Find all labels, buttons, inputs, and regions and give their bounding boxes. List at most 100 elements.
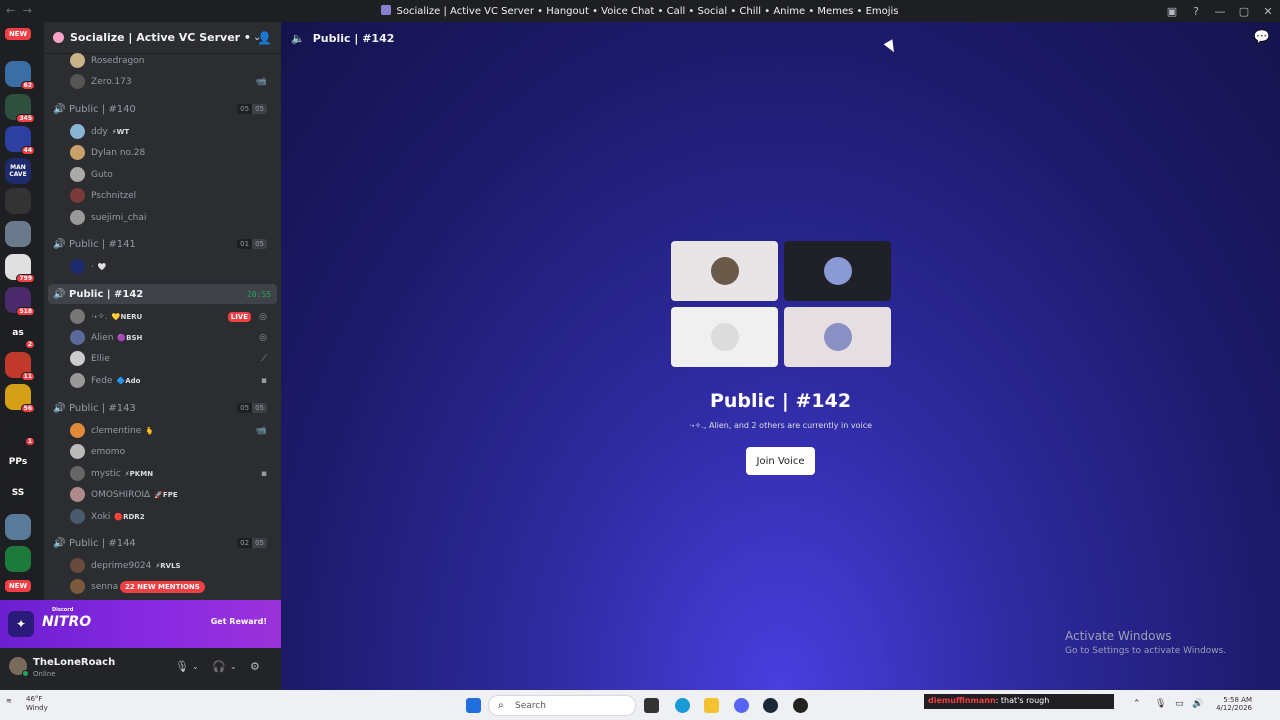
taskbar-clock[interactable]: 5:58 AM 4/12/2026 bbox=[1212, 696, 1252, 712]
voice-user[interactable]: Pschnitzel bbox=[44, 185, 277, 206]
server-icon[interactable]: 44 bbox=[5, 126, 35, 155]
server-icon[interactable]: 799 bbox=[5, 254, 35, 283]
server-icon[interactable]: 345 bbox=[5, 94, 35, 123]
voice-user[interactable]: Ellie ⟋ bbox=[44, 348, 277, 369]
server-icon[interactable] bbox=[5, 188, 31, 214]
user-tag: 🔷Ado bbox=[116, 376, 141, 385]
task-view-icon[interactable] bbox=[644, 698, 659, 713]
chat-bubble-icon[interactable]: 💬 bbox=[1254, 30, 1270, 45]
server-icon[interactable]: 1 bbox=[5, 417, 35, 446]
voice-user[interactable]: Zero.173 📹 bbox=[44, 71, 277, 92]
voice-user[interactable]: Rosedragon bbox=[44, 50, 277, 71]
discord-app-icon[interactable] bbox=[734, 698, 749, 713]
avatar bbox=[710, 257, 739, 285]
voice-user[interactable]: Guto bbox=[44, 164, 277, 185]
voice-channel-ch143[interactable]: 🔊 Public | #143 05 05 bbox=[44, 398, 277, 418]
taskbar-search[interactable]: ⌕ Search bbox=[488, 695, 636, 716]
voice-user[interactable]: mystic ⚡PKMN ▪ bbox=[44, 463, 277, 484]
voice-channel-ch141[interactable]: 🔊 Public | #141 01 05 bbox=[44, 234, 277, 254]
server-icon[interactable]: SS bbox=[5, 480, 31, 506]
voice-user[interactable]: Fede 🔷Ado ▪ bbox=[44, 370, 277, 391]
voice-user[interactable]: clementine 🫰 📹 bbox=[44, 420, 277, 441]
join-voice-button[interactable]: Join Voice bbox=[746, 447, 815, 475]
voice-user[interactable]: ·˖✧. 💛NERU LIVE ◎ bbox=[44, 306, 277, 327]
server-icon[interactable]: 11 bbox=[5, 352, 35, 381]
participant-tile[interactable] bbox=[671, 241, 778, 301]
activity-icon: ◎ bbox=[259, 311, 267, 322]
network-icon[interactable]: ▭ bbox=[1175, 699, 1184, 709]
server-icon[interactable]: PPs bbox=[5, 449, 31, 475]
new-badge-bottom[interactable]: NEW bbox=[5, 580, 31, 592]
volume-icon[interactable]: 🔊 bbox=[1192, 699, 1203, 709]
user-name: Zero.173 bbox=[91, 76, 132, 87]
obs-app-icon[interactable] bbox=[793, 698, 808, 713]
user-count-limit: 05 bbox=[252, 403, 267, 413]
unread-badge: 1 bbox=[24, 437, 35, 446]
nitro-discord-label: Discord bbox=[52, 607, 74, 613]
voice-channel-ch142[interactable]: 🔊 Public | #142 20:55 bbox=[48, 284, 277, 304]
steam-app-icon[interactable] bbox=[763, 698, 778, 713]
close-button[interactable]: ✕ bbox=[1256, 5, 1280, 18]
participant-tile[interactable] bbox=[784, 307, 891, 367]
user-name: ·˖✧. bbox=[91, 311, 108, 322]
weather-widget[interactable]: ≋ 46°F Windy bbox=[6, 695, 48, 712]
mic-options-chevron-icon[interactable]: ⌄ bbox=[192, 662, 199, 671]
microphone-tray-icon[interactable]: 🎙 bbox=[1155, 699, 1166, 709]
help-icon[interactable]: ? bbox=[1184, 5, 1208, 18]
headset-options-chevron-icon[interactable]: ⌄ bbox=[230, 662, 237, 671]
headset-icon[interactable]: 🎧 bbox=[212, 660, 226, 673]
new-badge-top[interactable]: NEW bbox=[5, 28, 31, 40]
invite-icon[interactable]: 👤 bbox=[257, 31, 272, 45]
voice-user[interactable]: ddy ⚡WT bbox=[44, 121, 277, 142]
speaker-icon: 🔊 bbox=[53, 103, 66, 115]
server-icon[interactable]: 56 bbox=[5, 384, 35, 413]
voice-user[interactable]: deprime9024 ⚡RVLS bbox=[44, 555, 277, 576]
voice-user[interactable]: emomo bbox=[44, 441, 277, 462]
voice-user[interactable]: OMOSHIROIΔ 🚀FPE bbox=[44, 484, 277, 505]
server-icon[interactable] bbox=[5, 514, 31, 540]
voice-channel-ch140[interactable]: 🔊 Public | #140 05 05 bbox=[44, 99, 277, 119]
avatar bbox=[70, 373, 85, 388]
channel-title: Public | #142 bbox=[312, 31, 395, 45]
voice-channel-view: 🔈 Public | #142 💬 Public | #142 ·˖✧., Al… bbox=[281, 22, 1280, 690]
nitro-banner[interactable]: ✦ Discord NITRO Get Reward! bbox=[0, 600, 281, 648]
inbox-icon[interactable]: ▣ bbox=[1160, 5, 1184, 18]
tray-chevron-up-icon[interactable]: ⌃ bbox=[1133, 699, 1141, 709]
mic-icon[interactable]: 🎙 bbox=[175, 660, 189, 673]
voice-user[interactable]: · 🤍 bbox=[44, 256, 277, 277]
chat-notification-ticker[interactable]: diemuffinmann: that's rough bbox=[924, 694, 1114, 709]
user-name: deprime9024 bbox=[91, 560, 152, 571]
server-icon[interactable]: 518 bbox=[5, 287, 35, 316]
minimize-button[interactable]: — bbox=[1208, 5, 1232, 18]
get-reward-button[interactable]: Get Reward! bbox=[211, 617, 267, 626]
server-icon[interactable]: as 2 bbox=[5, 320, 35, 349]
participant-tile[interactable] bbox=[784, 241, 891, 301]
user-count-current: 01 bbox=[237, 239, 253, 249]
maximize-button[interactable]: ▢ bbox=[1232, 5, 1256, 18]
server-icon[interactable]: 62 bbox=[5, 61, 35, 90]
avatar bbox=[70, 145, 85, 160]
voice-user[interactable]: Xoki 🔴RDR2 bbox=[44, 506, 277, 527]
voice-user[interactable]: Alien 🟣BSH ◎ bbox=[44, 327, 277, 348]
server-icon[interactable]: MAN CAVE bbox=[5, 158, 31, 184]
server-icon[interactable] bbox=[5, 546, 31, 572]
edge-browser-icon[interactable] bbox=[675, 698, 690, 713]
start-windows-icon[interactable] bbox=[466, 698, 481, 713]
status-online-icon bbox=[22, 670, 29, 677]
settings-gear-icon[interactable]: ⚙ bbox=[250, 660, 260, 673]
voice-channel-ch144[interactable]: 🔊 Public | #144 02 05 bbox=[44, 533, 277, 553]
avatar bbox=[70, 423, 85, 438]
avatar bbox=[70, 444, 85, 459]
new-mentions-pill[interactable]: 22 NEW MENTIONS bbox=[120, 580, 205, 593]
voice-user[interactable]: Dylan no.28 bbox=[44, 142, 277, 163]
user-count-limit: 05 bbox=[252, 538, 267, 548]
participant-tile[interactable] bbox=[671, 307, 778, 367]
file-explorer-icon[interactable] bbox=[704, 698, 719, 713]
voice-user[interactable]: suejimi_chai bbox=[44, 207, 277, 228]
avatar bbox=[823, 323, 852, 351]
user-count: 05 05 bbox=[237, 403, 267, 413]
server-icon[interactable] bbox=[5, 221, 31, 247]
voice-user[interactable]: senna 22 NEW MENTIONS bbox=[44, 576, 277, 597]
user-name: Alien bbox=[91, 332, 114, 343]
user-name: Xoki bbox=[91, 511, 111, 522]
